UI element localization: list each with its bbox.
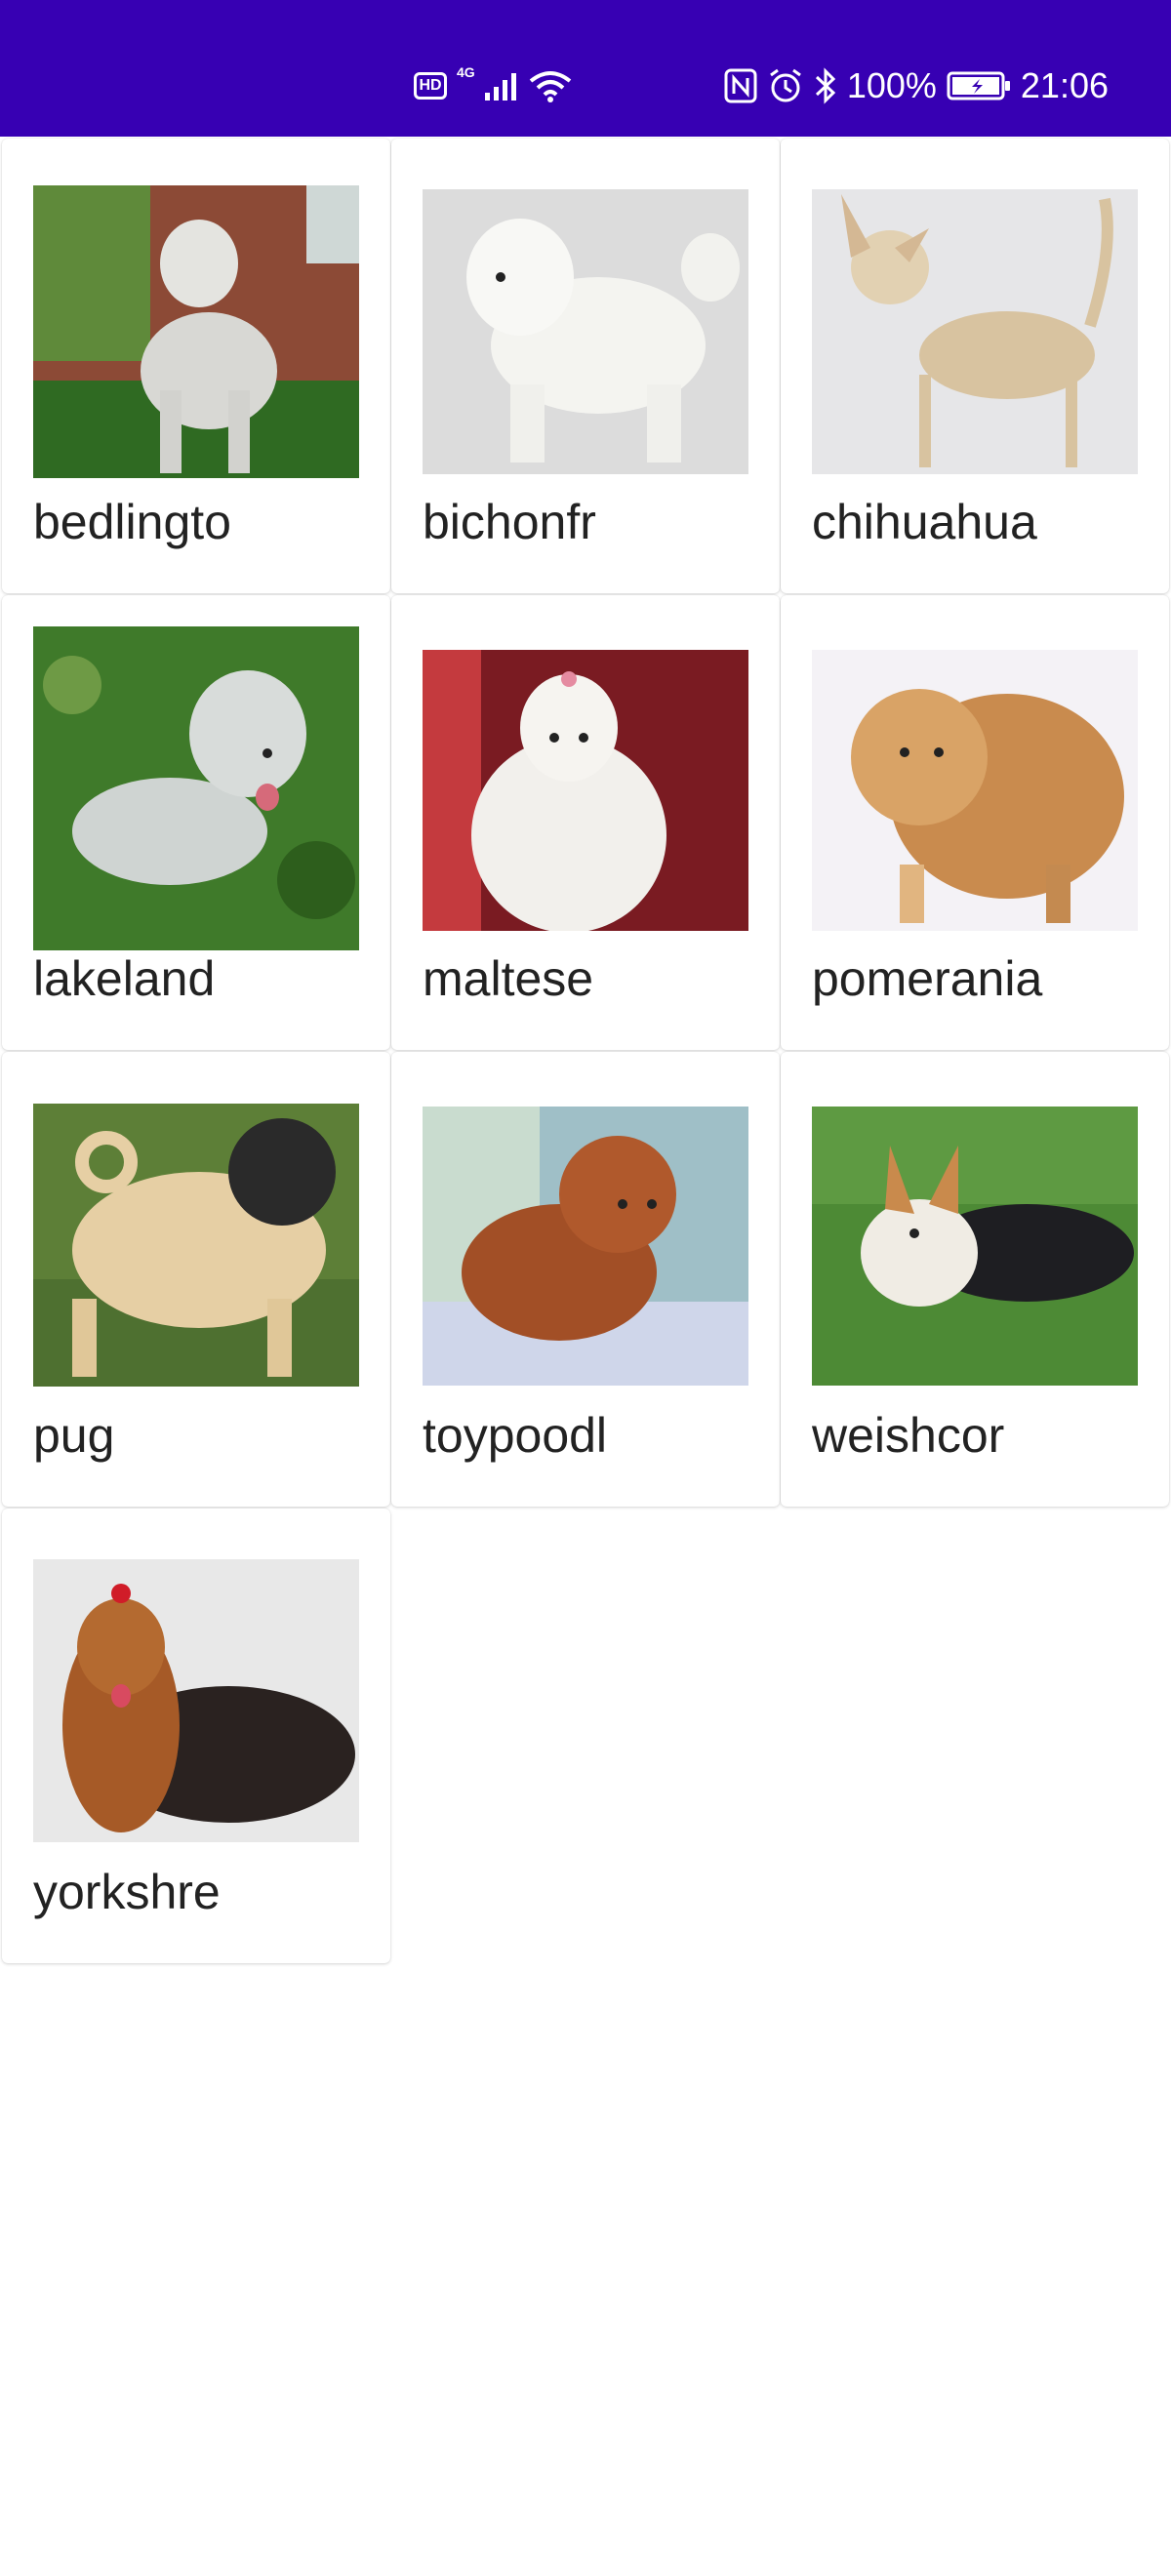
breed-label: pomerania [812, 951, 1043, 1006]
lakeland-terrier-photo [33, 626, 359, 950]
status-left-icons: HD 4G [414, 62, 573, 109]
breed-label: bedlingto [33, 495, 231, 549]
breed-card-bedlington[interactable]: bedlingto [2, 139, 390, 593]
yorkshire-terrier-photo [33, 1559, 359, 1842]
welsh-corgi-photo [812, 1107, 1138, 1386]
breed-label: bichonfr [423, 495, 596, 549]
status-bar: HD 4G 100% 21:06 [0, 0, 1171, 137]
breed-label: chihuahua [812, 495, 1037, 549]
breed-card-welsh-corgi[interactable]: weishcor [781, 1052, 1169, 1507]
breed-card-bichon[interactable]: bichonfr [391, 139, 780, 593]
toy-poodle-photo [423, 1107, 748, 1386]
battery-percent: 100% [846, 65, 937, 105]
breed-card-chihuahua[interactable]: chihuahua [781, 139, 1169, 593]
breed-card-yorkshire[interactable]: yorkshre [2, 1509, 390, 1963]
breed-card-lakeland[interactable]: lakeland [2, 595, 390, 1050]
breed-label: maltese [423, 951, 594, 1006]
breed-card-maltese[interactable]: maltese [391, 595, 780, 1050]
alarm-icon [769, 68, 801, 102]
bedlington-terrier-photo [33, 185, 359, 478]
breed-card-pug[interactable]: pug [2, 1052, 390, 1507]
hd-icon: HD [414, 72, 447, 100]
breed-label: lakeland [33, 951, 216, 1006]
breed-card-toy-poodle[interactable]: toypoodl [391, 1052, 780, 1507]
pug-photo [33, 1104, 359, 1387]
breed-label: pug [33, 1408, 115, 1463]
network-type: 4G [457, 64, 475, 80]
breed-label: toypoodl [423, 1408, 608, 1463]
pomeranian-photo [812, 650, 1138, 931]
bluetooth-icon [815, 67, 835, 104]
bichon-frise-photo [423, 189, 748, 474]
breed-label: yorkshre [33, 1865, 221, 1919]
breed-label: weishcor [812, 1408, 1005, 1463]
nfc-icon [724, 68, 757, 103]
status-right-icons: 100% 21:06 [724, 62, 1109, 109]
chihuahua-photo [812, 189, 1138, 474]
wifi-icon [529, 71, 571, 102]
battery-icon [947, 71, 1010, 101]
maltese-photo [423, 650, 748, 931]
clock: 21:06 [1020, 65, 1109, 105]
signal-icon [484, 73, 516, 101]
breed-card-pomeranian[interactable]: pomerania [781, 595, 1169, 1050]
